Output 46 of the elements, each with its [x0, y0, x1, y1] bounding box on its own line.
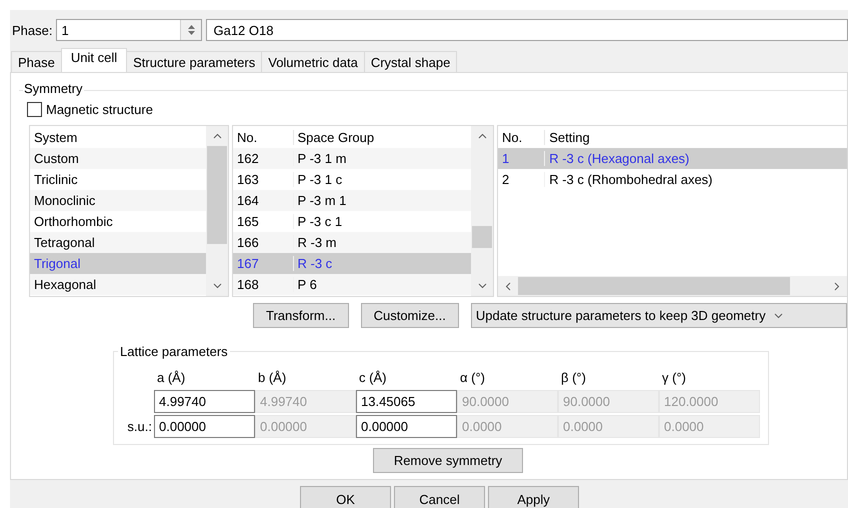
list-row[interactable]: 167 R -3 c [233, 253, 471, 274]
column-label: γ (°) [661, 369, 687, 387]
tab[interactable]: Crystal shape [364, 51, 458, 72]
tab[interactable]: Unit cell [60, 48, 128, 72]
number-field[interactable]: 4.99740 [154, 390, 255, 413]
phase-name-field[interactable]: Ga12 O18 [206, 19, 848, 41]
spin-field[interactable]: 1 [56, 19, 202, 41]
list-row[interactable]: 166 R -3 m [233, 232, 471, 253]
checkbox-label[interactable]: Magnetic structure [46, 102, 153, 116]
remove-symmetry-button[interactable]: Remove symmetry [373, 448, 523, 473]
tab[interactable]: Phase [11, 51, 62, 72]
number-field[interactable]: 0.00000 [356, 415, 457, 438]
column-header[interactable]: No. [233, 130, 293, 144]
dialog-button[interactable]: Cancel [394, 486, 485, 508]
dialog-button[interactable]: Apply [488, 486, 579, 508]
list-row[interactable]: 2 R -3 c (Rhombohedral axes) [498, 169, 847, 190]
group-title: Symmetry [23, 81, 84, 96]
column-header[interactable]: No. [498, 130, 544, 144]
list-row[interactable]: Custom [30, 148, 206, 169]
action-button[interactable]: Customize... [360, 303, 459, 328]
column-label: β (°) [560, 369, 587, 387]
list-row[interactable]: Orthorhombic [30, 211, 206, 232]
list-row[interactable]: 162 P -3 1 m [233, 148, 471, 169]
list-row[interactable]: Monoclinic [30, 190, 206, 211]
tab[interactable]: Structure parameters [126, 51, 262, 72]
dialog-button[interactable]: OK [300, 486, 391, 508]
list-row[interactable]: 1 R -3 c (Hexagonal axes) [498, 148, 847, 169]
column-header[interactable]: Setting [544, 130, 847, 144]
number-field[interactable]: 0.00000 [154, 415, 255, 438]
list-row[interactable]: Triclinic [30, 169, 206, 190]
update-mode-dropdown[interactable]: Update structure parameters to keep 3D geometry [470, 303, 847, 328]
list-row[interactable]: 168 P 6 [233, 274, 471, 295]
list-row[interactable]: Trigonal [30, 253, 206, 274]
number-field[interactable]: 13.45065 [356, 390, 457, 413]
column-label: c (Å) [358, 369, 388, 387]
list-row[interactable]: Tetragonal [30, 232, 206, 253]
list-row[interactable]: Hexagonal [30, 274, 206, 295]
field-label: Phase: [12, 22, 52, 38]
group-title: Lattice parameters [118, 344, 230, 359]
column-header[interactable]: System [30, 130, 206, 144]
row-label: s.u.: [126, 419, 153, 434]
column-label: α (°) [459, 369, 486, 387]
list-row[interactable]: 164 P -3 m 1 [233, 190, 471, 211]
column-label: a (Å) [156, 369, 186, 387]
column-label: b (Å) [257, 369, 288, 387]
action-button[interactable]: Transform... [253, 303, 349, 328]
